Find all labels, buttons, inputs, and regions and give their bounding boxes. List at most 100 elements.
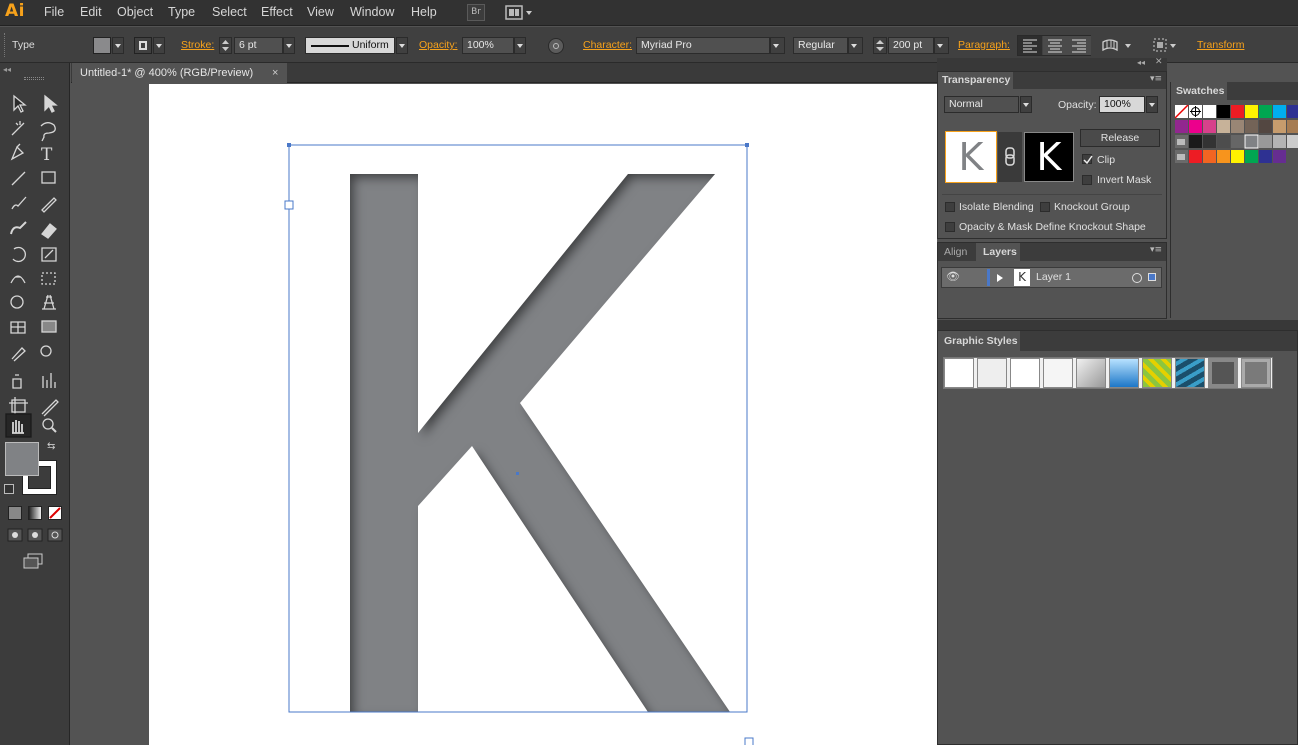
menu-help[interactable]: Help — [411, 5, 437, 19]
transparency-tab[interactable]: Transparency — [938, 72, 1013, 89]
stroke-profile-dropdown[interactable] — [396, 37, 408, 54]
close-tab-icon[interactable]: × — [272, 63, 278, 83]
fill-dropdown[interactable] — [112, 37, 124, 54]
stroke-dropdown[interactable] — [153, 37, 165, 54]
artwork-k[interactable] — [280, 138, 760, 745]
font-size-dropdown[interactable] — [934, 37, 949, 54]
graphic-style-6[interactable] — [1109, 358, 1139, 388]
envelope-warp-button[interactable] — [1100, 36, 1136, 55]
swap-fill-stroke-icon[interactable]: ⇆ — [47, 441, 55, 452]
stroke-swatch[interactable] — [134, 37, 152, 54]
artwork-thumbnail[interactable]: K — [945, 131, 997, 183]
drawing-modes-group[interactable] — [7, 528, 63, 542]
font-family-dropdown[interactable] — [770, 37, 785, 54]
tab-layers[interactable]: Layers — [976, 243, 1020, 261]
none-mode-button[interactable] — [48, 506, 62, 520]
stroke-profile-select[interactable]: Uniform — [305, 37, 395, 54]
target-circle-icon[interactable] — [1132, 273, 1142, 283]
expand-triangle-icon[interactable] — [996, 273, 1004, 283]
isolate-blending-checkbox[interactable] — [945, 202, 955, 212]
menu-file[interactable]: File — [44, 5, 64, 19]
layer-row[interactable]: 👁 K Layer 1 — [941, 267, 1162, 288]
document-tab[interactable]: Untitled-1* @ 400% (RGB/Preview) × — [72, 63, 287, 83]
swatch-row-4 — [1175, 150, 1286, 163]
font-style-input[interactable]: Regular — [793, 37, 848, 54]
recolor-artwork-icon[interactable] — [548, 38, 564, 54]
panel-menu-icon[interactable]: ▾≡ — [1150, 74, 1162, 84]
letter-k-shape[interactable] — [350, 174, 730, 712]
paragraph-label[interactable]: Paragraph: — [958, 39, 1010, 51]
stroke-weight-input[interactable]: 6 pt — [234, 37, 283, 54]
blend-mode-dropdown[interactable] — [1020, 96, 1032, 113]
selection-square-icon[interactable] — [1148, 273, 1156, 281]
align-right-button[interactable] — [1067, 36, 1091, 55]
graphic-style-10[interactable] — [1241, 358, 1271, 388]
swatch-row-3 — [1175, 134, 1298, 149]
transparency-opacity-input[interactable]: 100% — [1099, 96, 1145, 113]
fill-swatch[interactable] — [93, 37, 111, 54]
grip-handle[interactable] — [4, 33, 7, 57]
canvas-pasteboard[interactable] — [71, 84, 149, 745]
panel-menu-icon[interactable]: ▾≡ — [1150, 245, 1162, 255]
graphic-style-2[interactable] — [977, 358, 1007, 388]
transform-label[interactable]: Transform — [1197, 39, 1244, 51]
mask-thumbnail[interactable]: K — [1024, 132, 1074, 182]
gradient-mode-button[interactable] — [28, 506, 42, 520]
tab-graphic-styles[interactable]: Graphic Styles — [938, 331, 1020, 351]
transparency-opacity-dropdown[interactable] — [1146, 96, 1158, 113]
font-style-dropdown[interactable] — [848, 37, 863, 54]
fill-color-box[interactable] — [5, 442, 39, 476]
isolate-selection-button[interactable] — [1151, 36, 1181, 55]
menu-window[interactable]: Window — [350, 5, 394, 19]
scale-tool-icon — [41, 247, 57, 262]
clip-checkbox[interactable] — [1082, 154, 1093, 165]
font-size-input[interactable]: 200 pt — [888, 37, 934, 54]
menu-select[interactable]: Select — [212, 5, 247, 19]
stroke-label[interactable]: Stroke: — [181, 39, 214, 51]
align-left-button[interactable] — [1018, 36, 1042, 55]
opacity-input[interactable]: 100% — [462, 37, 514, 54]
screen-mode-button[interactable] — [22, 553, 44, 569]
menu-edit[interactable]: Edit — [80, 5, 102, 19]
graphic-style-9[interactable] — [1208, 358, 1238, 388]
opacity-label[interactable]: Opacity: — [419, 39, 458, 51]
blend-mode-select[interactable]: Normal — [944, 96, 1019, 113]
menu-object[interactable]: Object — [117, 5, 153, 19]
close-panel-icon[interactable]: ✕ — [1155, 57, 1163, 67]
font-family-input[interactable]: Myriad Pro — [636, 37, 770, 54]
menu-effect[interactable]: Effect — [261, 5, 293, 19]
mask-link-button[interactable] — [998, 132, 1022, 182]
collapse-tools-icon[interactable]: ◂◂ — [3, 65, 11, 74]
default-fill-stroke-icon[interactable] — [4, 484, 14, 494]
color-mode-button[interactable] — [8, 506, 22, 520]
stepper-arrows-icon — [876, 40, 884, 51]
swatch-grid[interactable] — [1175, 105, 1298, 167]
character-label[interactable]: Character: — [583, 39, 632, 51]
stroke-weight-dropdown[interactable] — [283, 37, 295, 54]
opacity-mask-knockout-checkbox[interactable] — [945, 222, 955, 232]
tools-grip[interactable] — [24, 77, 44, 80]
bridge-button[interactable]: Br — [467, 4, 485, 21]
font-size-stepper[interactable] — [873, 37, 887, 54]
menu-view[interactable]: View — [307, 5, 334, 19]
align-center-button[interactable] — [1043, 36, 1067, 55]
graphic-style-default[interactable] — [944, 358, 974, 388]
collapse-panels-icon[interactable]: ◂◂ — [1137, 58, 1145, 67]
stroke-stepper[interactable] — [219, 37, 232, 54]
layer-name[interactable]: Layer 1 — [1036, 271, 1071, 283]
tab-align[interactable]: Align — [938, 243, 975, 261]
graphic-style-7[interactable] — [1142, 358, 1172, 388]
arrange-documents-button[interactable] — [505, 4, 535, 21]
graphic-style-8[interactable] — [1175, 358, 1205, 388]
knockout-group-checkbox[interactable] — [1040, 202, 1050, 212]
release-button[interactable]: Release — [1080, 129, 1160, 147]
graphic-style-3[interactable] — [1010, 358, 1040, 388]
visibility-eye-icon[interactable]: 👁 — [946, 270, 960, 283]
opacity-dropdown[interactable] — [514, 37, 526, 54]
invert-mask-checkbox[interactable] — [1082, 175, 1092, 185]
tab-swatches[interactable]: Swatches — [1171, 82, 1227, 100]
menu-type[interactable]: Type — [168, 5, 195, 19]
graphic-style-5[interactable] — [1076, 358, 1106, 388]
graphic-style-4[interactable] — [1043, 358, 1073, 388]
transparency-panel: Transparency ▾≡ Normal Opacity: 100% K K… — [937, 71, 1167, 239]
